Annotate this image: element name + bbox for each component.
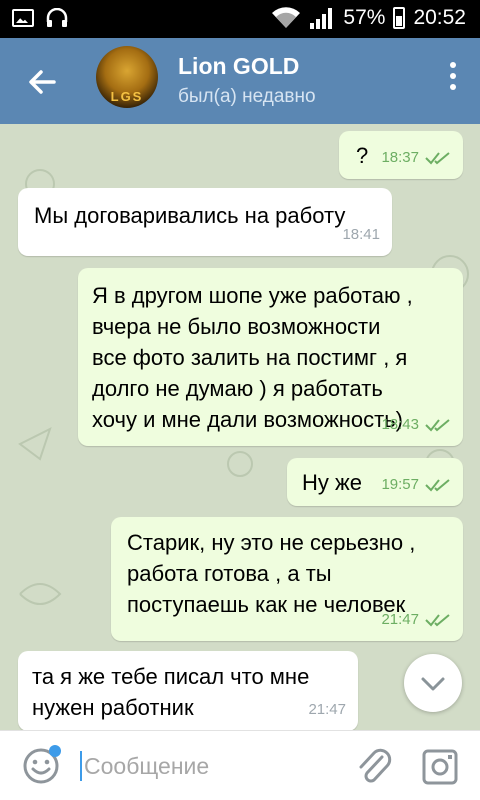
message-text: ? xyxy=(356,143,369,168)
message-bubble[interactable]: Старик, ну это не серьезно , работа гото… xyxy=(111,517,463,641)
read-ticks-icon xyxy=(425,151,450,164)
clock: 20:52 xyxy=(413,6,466,29)
message-time: 21:47 xyxy=(381,611,419,628)
message-composer: Сообщение xyxy=(0,730,480,800)
message-meta: 18:37 xyxy=(381,142,451,173)
chat-header: Lion GOLD был(а) недавно xyxy=(0,38,480,124)
attach-icon[interactable] xyxy=(356,747,392,787)
battery-percent: 57% xyxy=(343,6,386,29)
notification-dot xyxy=(49,745,61,757)
last-seen-status: был(а) недавно xyxy=(178,86,316,107)
message-text: Старик, ну это не серьезно , работа гото… xyxy=(127,530,416,617)
message-time: 19:57 xyxy=(381,476,419,493)
message-time: 18:41 xyxy=(342,226,380,243)
message-text: та я же тебе писал что мне нужен работни… xyxy=(32,664,310,720)
battery-icon xyxy=(393,7,406,29)
back-arrow-icon[interactable] xyxy=(22,62,62,102)
image-icon xyxy=(12,9,34,27)
wifi-icon xyxy=(272,7,301,28)
message-bubble[interactable]: Я в другом шопе уже работаю , вчера не б… xyxy=(78,268,463,446)
read-ticks-icon xyxy=(425,418,450,431)
message-meta: 18:41 xyxy=(342,219,380,250)
message-bubble[interactable]: ? 18:37 xyxy=(339,131,463,179)
chevron-down-icon xyxy=(421,677,445,691)
message-time: 18:43 xyxy=(381,416,419,433)
message-meta: 21:47 xyxy=(381,604,451,635)
message-bubble[interactable]: Ну же 19:57 xyxy=(287,458,463,506)
message-bubble[interactable]: та я же тебе писал что мне нужен работни… xyxy=(18,651,358,730)
status-bar: 57% 20:52 xyxy=(0,0,480,38)
chat-title[interactable]: Lion GOLD xyxy=(178,53,299,80)
message-time: 21:47 xyxy=(308,701,346,718)
message-meta: 21:47 xyxy=(308,694,346,725)
message-text: Ну же xyxy=(302,470,362,495)
message-meta: 18:43 xyxy=(381,409,451,440)
scroll-down-button[interactable] xyxy=(404,654,462,712)
instagram-icon[interactable] xyxy=(422,749,458,785)
avatar[interactable] xyxy=(96,46,158,108)
message-meta: 19:57 xyxy=(381,469,451,500)
read-ticks-icon xyxy=(425,613,450,626)
message-list[interactable]: ? 18:37 Мы договаривались на работу 18:4… xyxy=(0,124,480,730)
message-text: Я в другом шопе уже работаю , вчера не б… xyxy=(92,283,413,432)
headphones-icon xyxy=(46,8,68,27)
message-input[interactable]: Сообщение xyxy=(80,751,209,781)
more-icon[interactable] xyxy=(450,62,456,90)
read-ticks-icon xyxy=(425,478,450,491)
signal-icon xyxy=(310,8,333,29)
message-bubble[interactable]: Мы договаривались на работу 18:41 xyxy=(18,188,392,256)
message-time: 18:37 xyxy=(381,149,419,166)
message-text: Мы договаривались на работу xyxy=(34,203,346,228)
